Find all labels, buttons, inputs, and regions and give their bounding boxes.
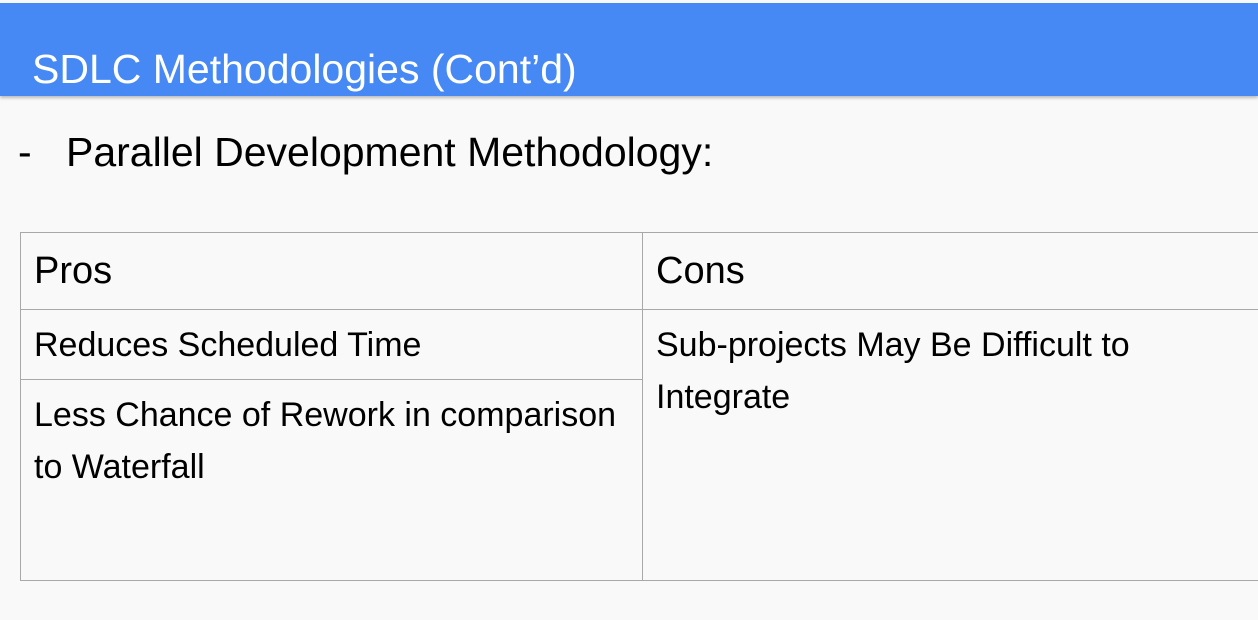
pros-cons-table: Pros Cons Reduces Scheduled Time Sub-pro… <box>20 232 1258 581</box>
pros-cell-1: Reduces Scheduled Time <box>20 309 643 380</box>
pros-header: Pros <box>20 232 643 310</box>
cons-header: Cons <box>642 232 1258 310</box>
slide-title: SDLC Methodologies (Cont’d) <box>32 46 577 92</box>
table-header-row: Pros Cons <box>20 232 1258 310</box>
table-row: Reduces Scheduled Time Sub-projects May … <box>20 309 1258 581</box>
slide: SDLC Methodologies (Cont’d) - Parallel De… <box>0 0 1258 620</box>
title-bar: SDLC Methodologies (Cont’d) <box>0 3 1258 96</box>
cons-cell-1: Sub-projects May Be Difficult to Integra… <box>642 309 1258 581</box>
bullet-text: Parallel Development Methodology: <box>66 129 714 175</box>
bullet-marker: - <box>18 129 32 175</box>
pros-cell-2: Less Chance of Rework in comparison to W… <box>20 379 643 581</box>
bullet-item: - Parallel Development Methodology: <box>18 126 713 178</box>
